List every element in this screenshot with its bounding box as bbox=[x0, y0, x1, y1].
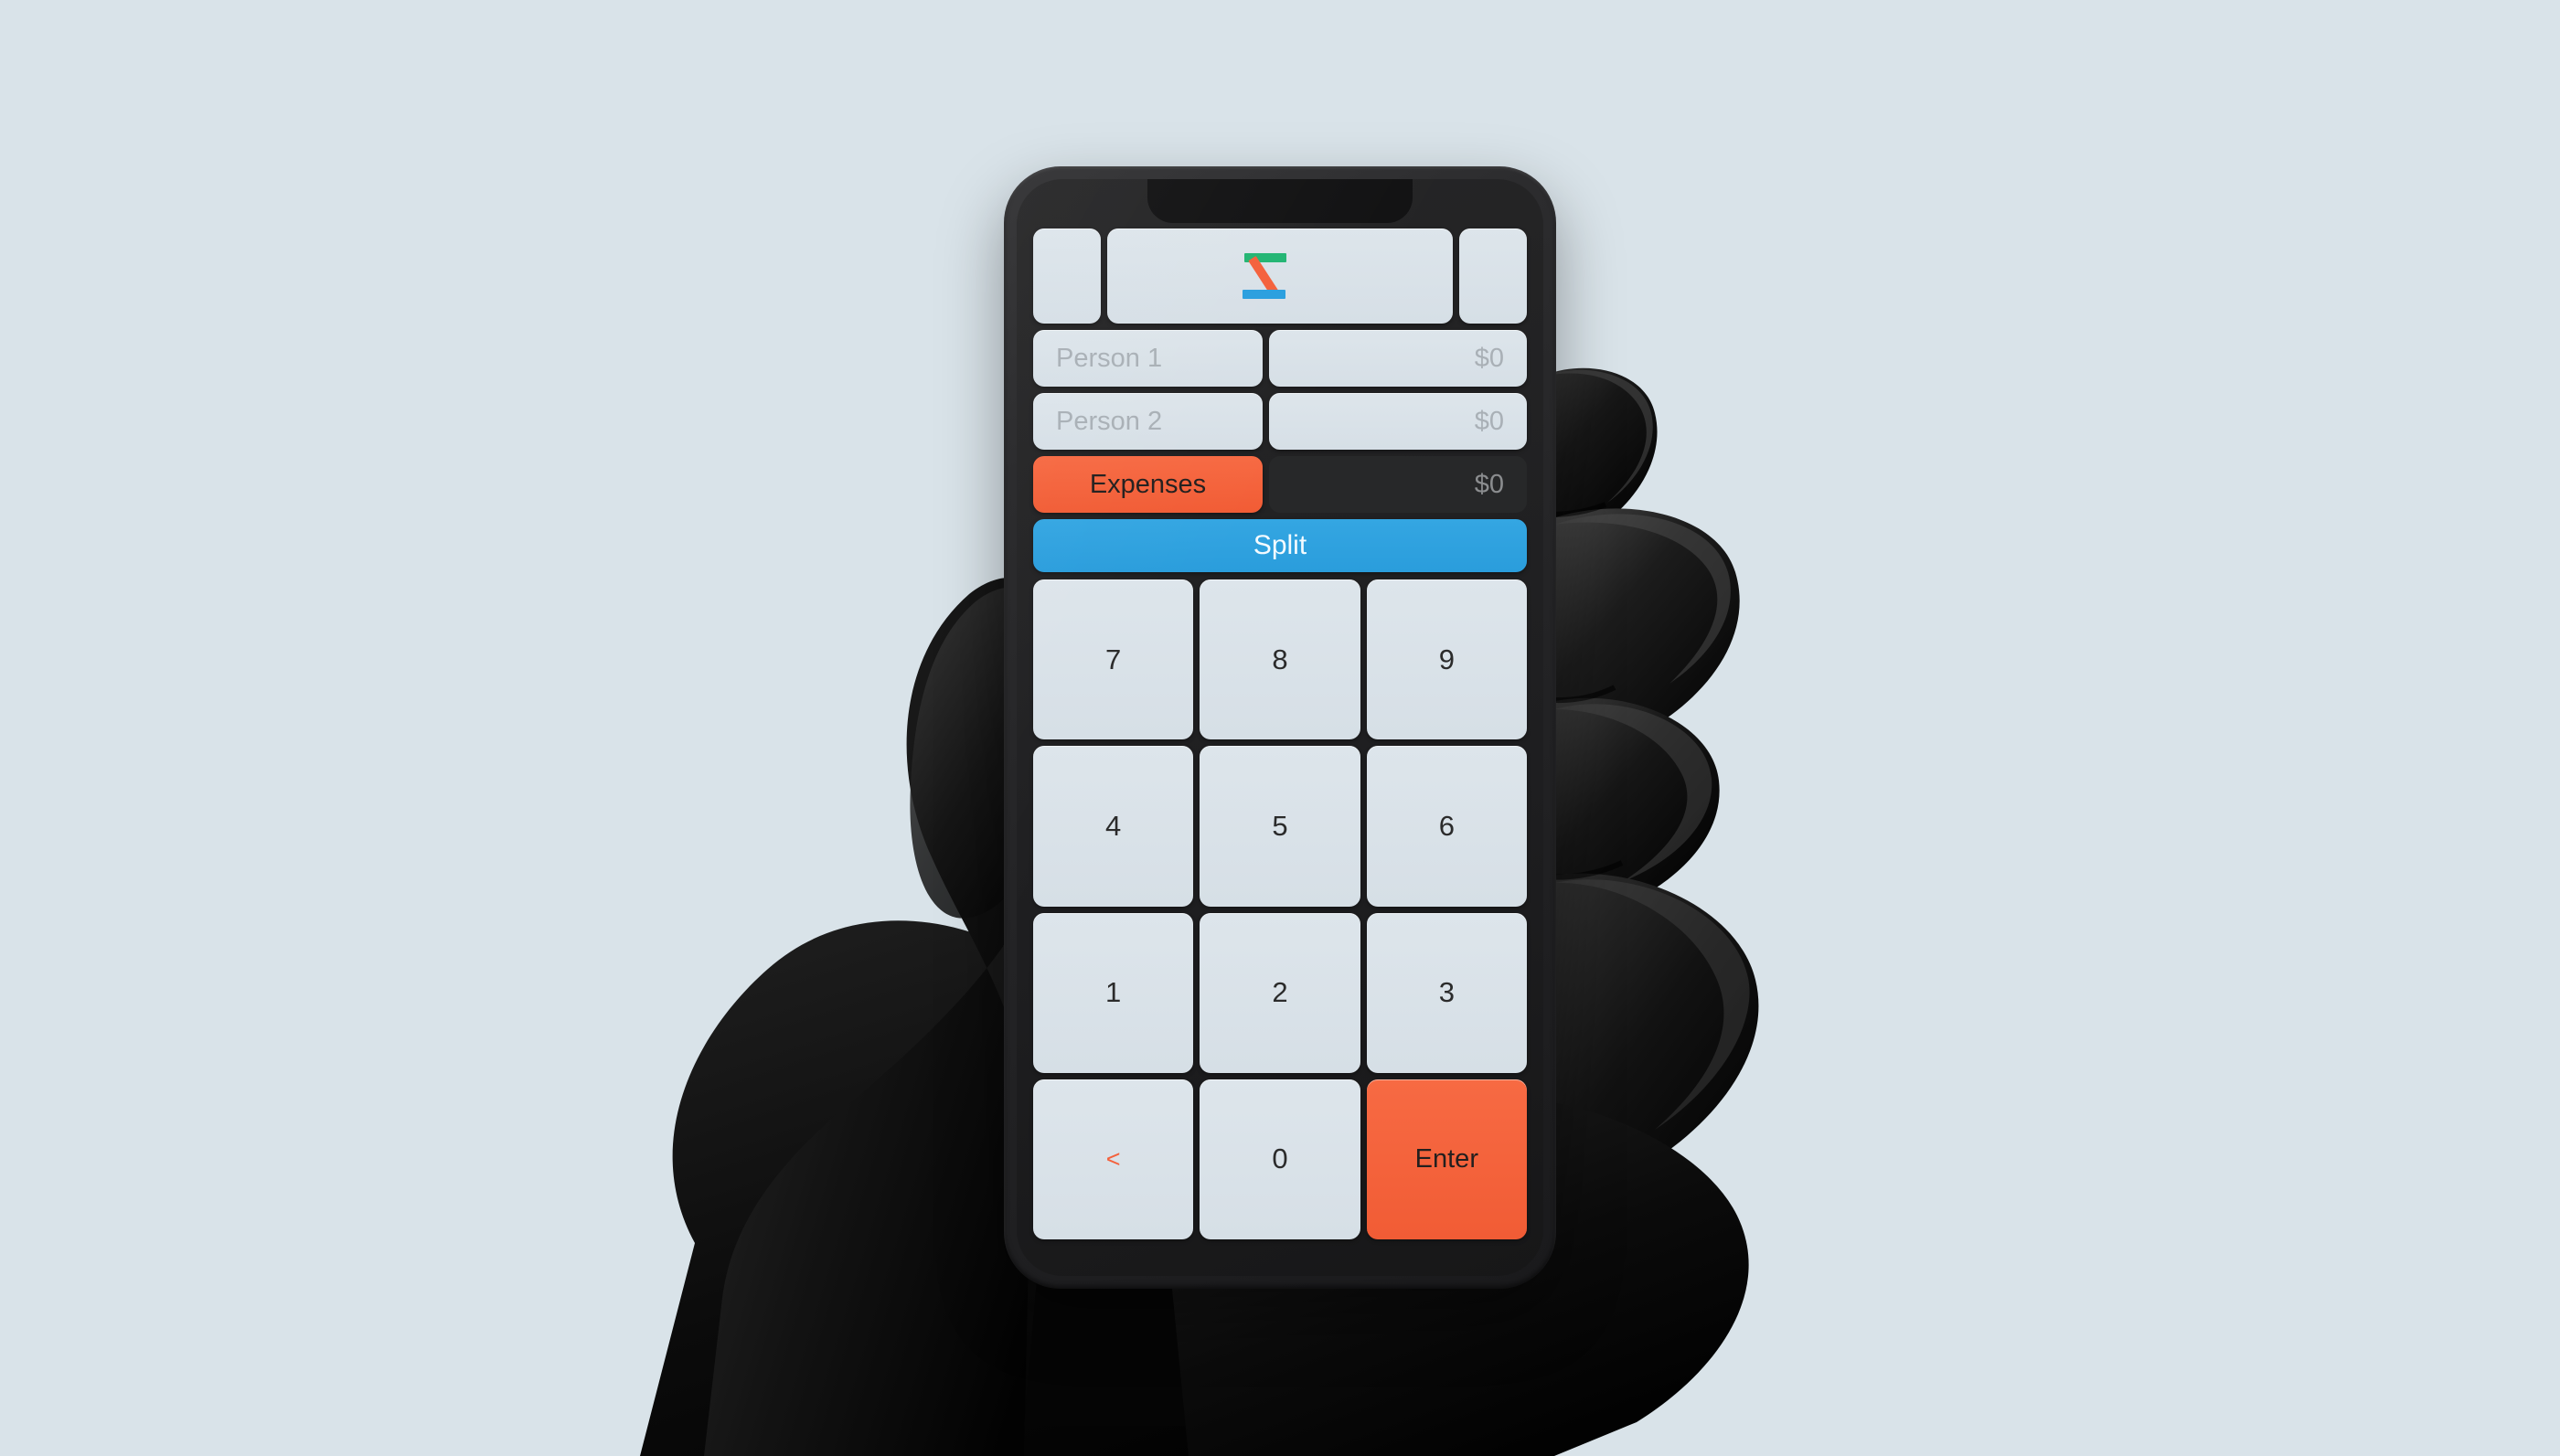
expenses-amount-field[interactable]: $0 bbox=[1269, 456, 1527, 513]
app-screen: Person 1 $0 Person 2 $0 Expenses $0 Spli… bbox=[1033, 228, 1527, 1239]
header-row bbox=[1033, 228, 1527, 324]
person-2-name-input[interactable]: Person 2 bbox=[1033, 393, 1263, 450]
key-7[interactable]: 7 bbox=[1033, 579, 1194, 740]
key-1[interactable]: 1 bbox=[1033, 912, 1194, 1073]
expenses-button[interactable]: Expenses bbox=[1033, 456, 1263, 513]
scene: Person 1 $0 Person 2 $0 Expenses $0 Spli… bbox=[0, 0, 2560, 1456]
index-finger-highlight bbox=[1541, 369, 1653, 503]
phone-screen-bezel: Person 1 $0 Person 2 $0 Expenses $0 Spli… bbox=[1017, 179, 1543, 1276]
person-row: Person 1 $0 bbox=[1033, 330, 1527, 387]
person-2-amount-field[interactable]: $0 bbox=[1269, 393, 1527, 450]
phone-device: Person 1 $0 Person 2 $0 Expenses $0 Spli… bbox=[1004, 166, 1556, 1289]
phone-notch bbox=[1147, 179, 1413, 223]
keypad-row: < 0 Enter bbox=[1033, 1079, 1527, 1239]
header-logo-panel[interactable] bbox=[1107, 228, 1453, 324]
key-9[interactable]: 9 bbox=[1366, 579, 1527, 740]
key-6[interactable]: 6 bbox=[1366, 746, 1527, 907]
key-2[interactable]: 2 bbox=[1200, 912, 1360, 1073]
middle-finger bbox=[1529, 508, 1740, 762]
expenses-row: Expenses $0 bbox=[1033, 456, 1527, 513]
person-1-name-input[interactable]: Person 1 bbox=[1033, 330, 1263, 387]
pinky-finger bbox=[1523, 873, 1759, 1206]
keypad-row: 7 8 9 bbox=[1033, 579, 1527, 740]
keypad-row: 1 2 3 bbox=[1033, 912, 1527, 1073]
keypad-row: 4 5 6 bbox=[1033, 746, 1527, 907]
logo-bottom-bar bbox=[1243, 290, 1285, 299]
backspace-key[interactable]: < bbox=[1033, 1079, 1194, 1239]
key-0[interactable]: 0 bbox=[1200, 1079, 1360, 1239]
pinky-finger-highlight bbox=[1554, 879, 1750, 1130]
key-3[interactable]: 3 bbox=[1366, 912, 1527, 1073]
numeric-keypad: 7 8 9 4 5 6 1 2 3 < 0 Enter bbox=[1033, 579, 1527, 1239]
enter-key[interactable]: Enter bbox=[1366, 1079, 1527, 1239]
person-1-amount-field[interactable]: $0 bbox=[1269, 330, 1527, 387]
ring-finger-highlight bbox=[1554, 704, 1712, 881]
middle-finger-highlight bbox=[1554, 514, 1731, 684]
split-button[interactable]: Split bbox=[1033, 519, 1527, 572]
split-logo-icon bbox=[1238, 243, 1304, 309]
person-row: Person 2 $0 bbox=[1033, 393, 1527, 450]
split-row: Split bbox=[1033, 519, 1527, 572]
key-8[interactable]: 8 bbox=[1200, 579, 1360, 740]
header-right-panel[interactable] bbox=[1459, 228, 1527, 324]
key-4[interactable]: 4 bbox=[1033, 746, 1194, 907]
header-left-panel[interactable] bbox=[1033, 228, 1101, 324]
key-5[interactable]: 5 bbox=[1200, 746, 1360, 907]
